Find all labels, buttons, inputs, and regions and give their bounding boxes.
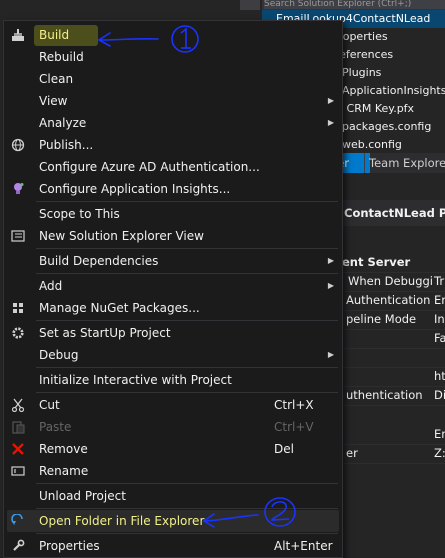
annotation-number-2-icon	[264, 497, 296, 527]
annotation-overlay	[97, 25, 296, 528]
annotation-number-1-icon	[171, 25, 199, 53]
annotation-arrow-icon	[202, 513, 259, 528]
annotation-arrow-icon	[97, 32, 159, 47]
